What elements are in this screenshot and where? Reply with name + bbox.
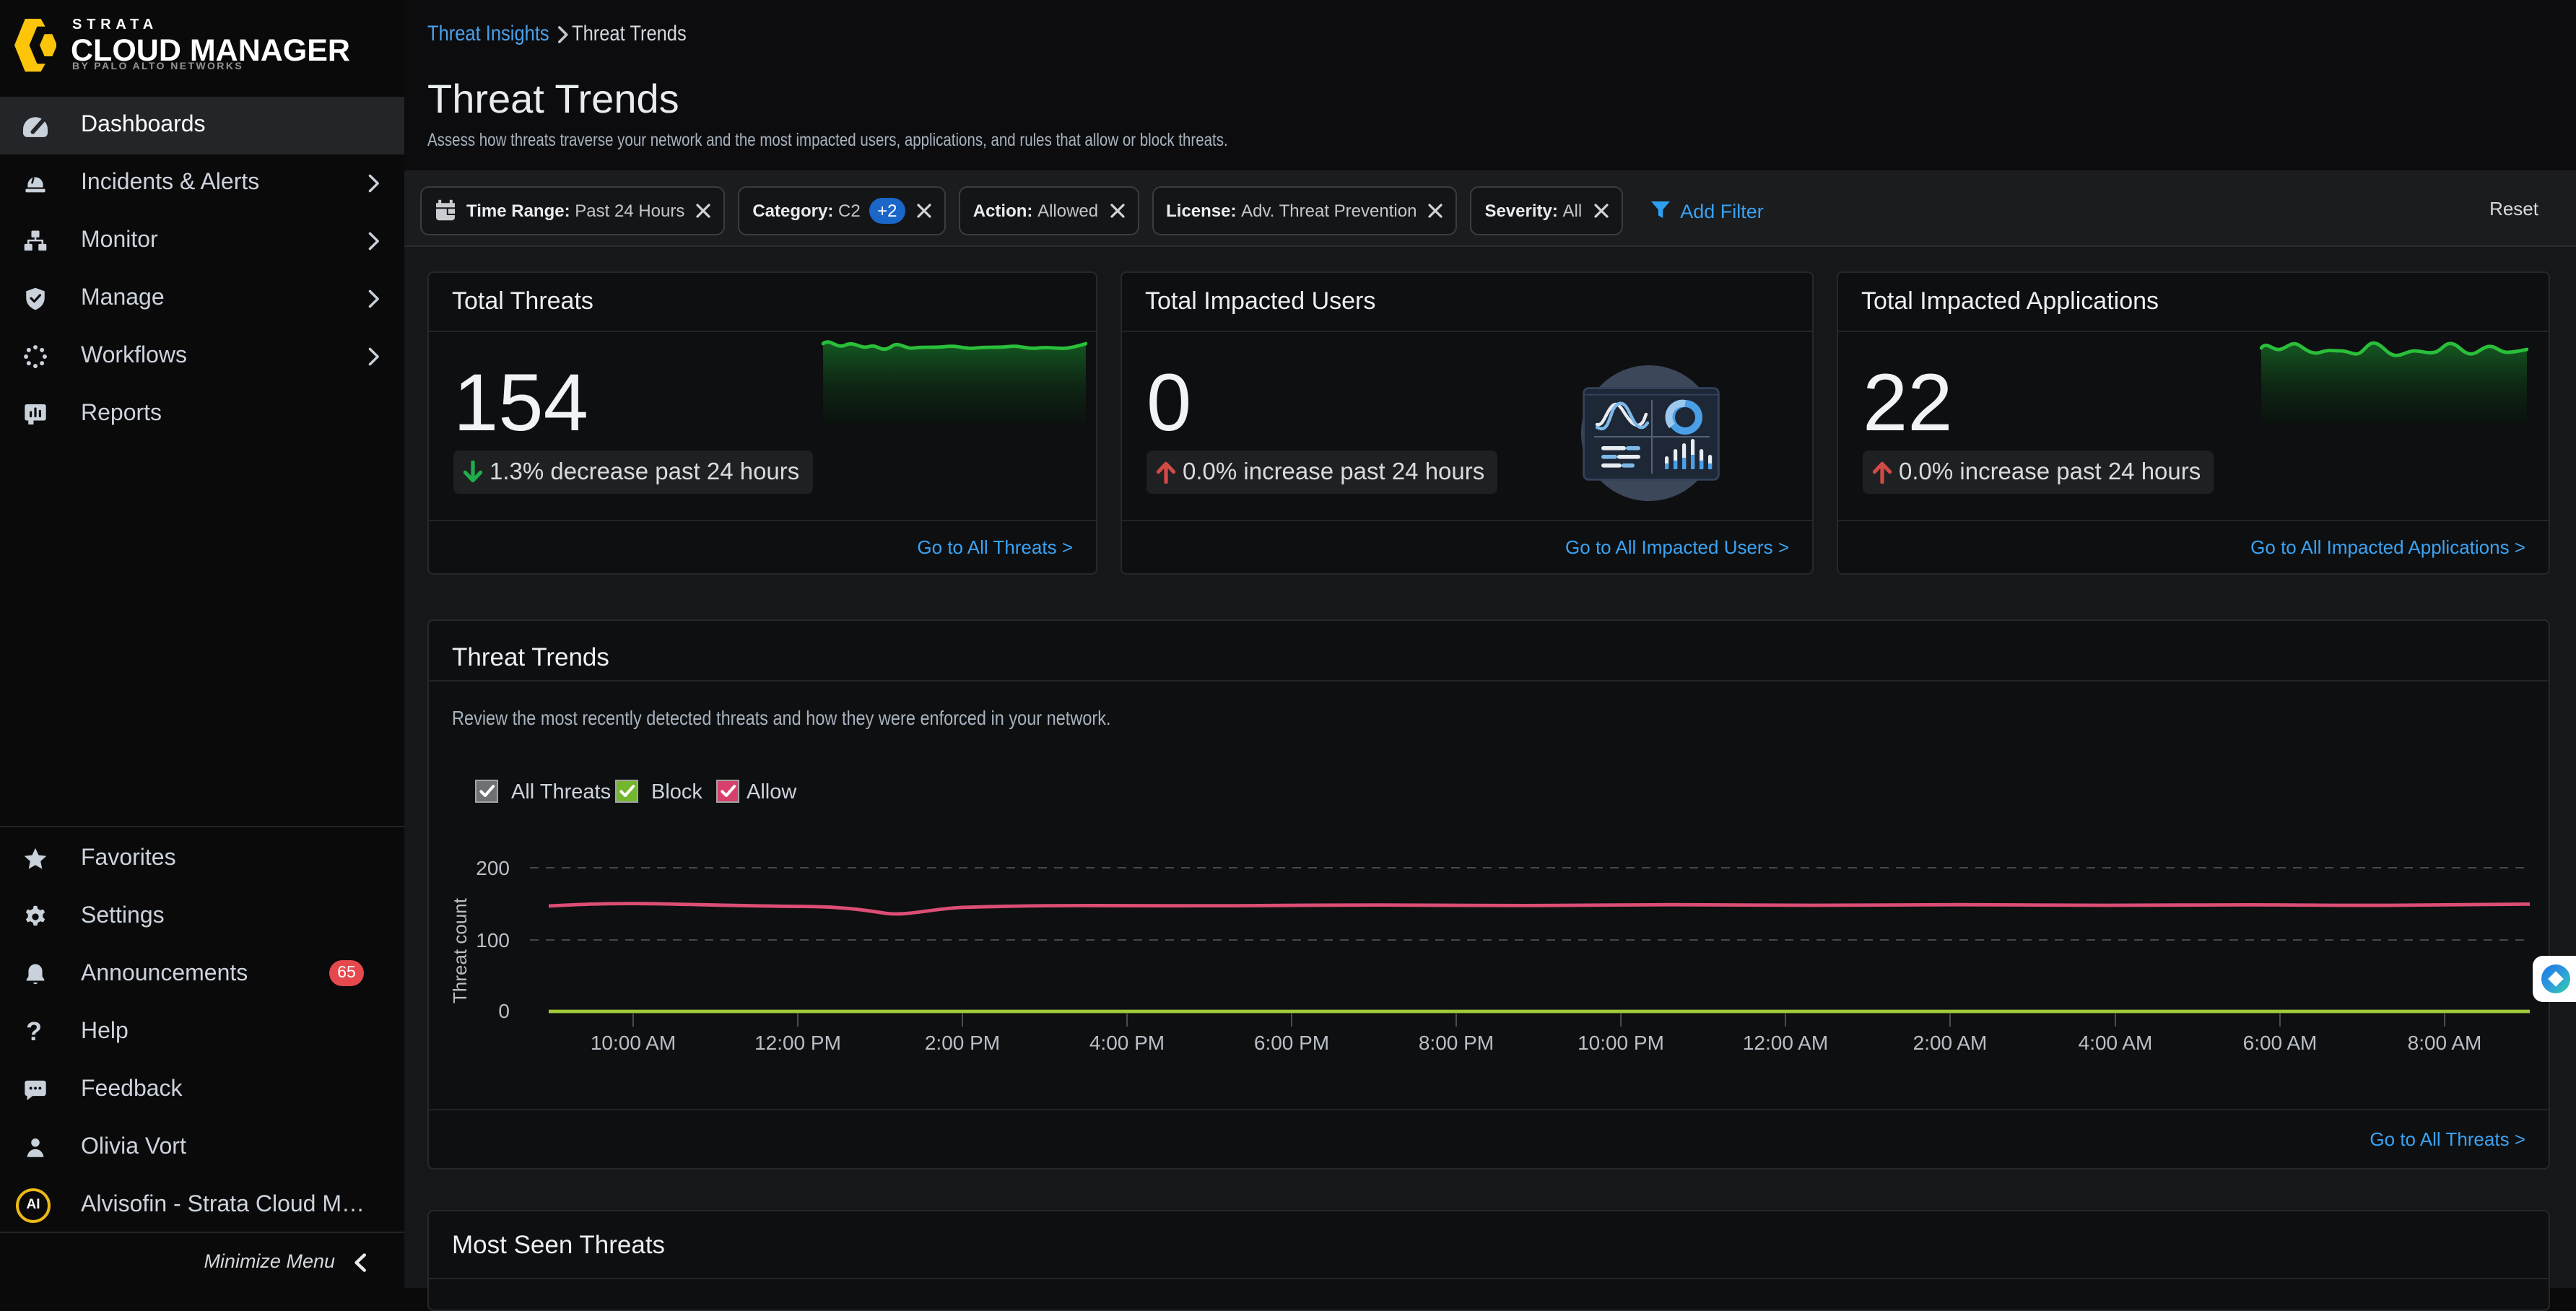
svg-text:12:00 PM: 12:00 PM [754,1032,841,1054]
svg-text:10:00 PM: 10:00 PM [1578,1032,1664,1054]
svg-text:4:00 AM: 4:00 AM [2079,1032,2153,1054]
svg-text:2:00 PM: 2:00 PM [925,1032,1000,1054]
svg-text:0: 0 [498,1000,510,1022]
svg-text:6:00 PM: 6:00 PM [1254,1032,1329,1054]
svg-text:100: 100 [476,929,510,951]
svg-text:10:00 AM: 10:00 AM [591,1032,676,1054]
svg-text:Threat count: Threat count [449,897,471,1003]
svg-text:4:00 PM: 4:00 PM [1089,1032,1165,1054]
svg-text:8:00 AM: 8:00 AM [2408,1032,2482,1054]
svg-text:200: 200 [476,857,510,879]
svg-text:8:00 PM: 8:00 PM [1419,1032,1494,1054]
svg-text:2:00 AM: 2:00 AM [1913,1032,1988,1054]
svg-text:12:00 AM: 12:00 AM [1743,1032,1828,1054]
svg-text:6:00 AM: 6:00 AM [2243,1032,2318,1054]
